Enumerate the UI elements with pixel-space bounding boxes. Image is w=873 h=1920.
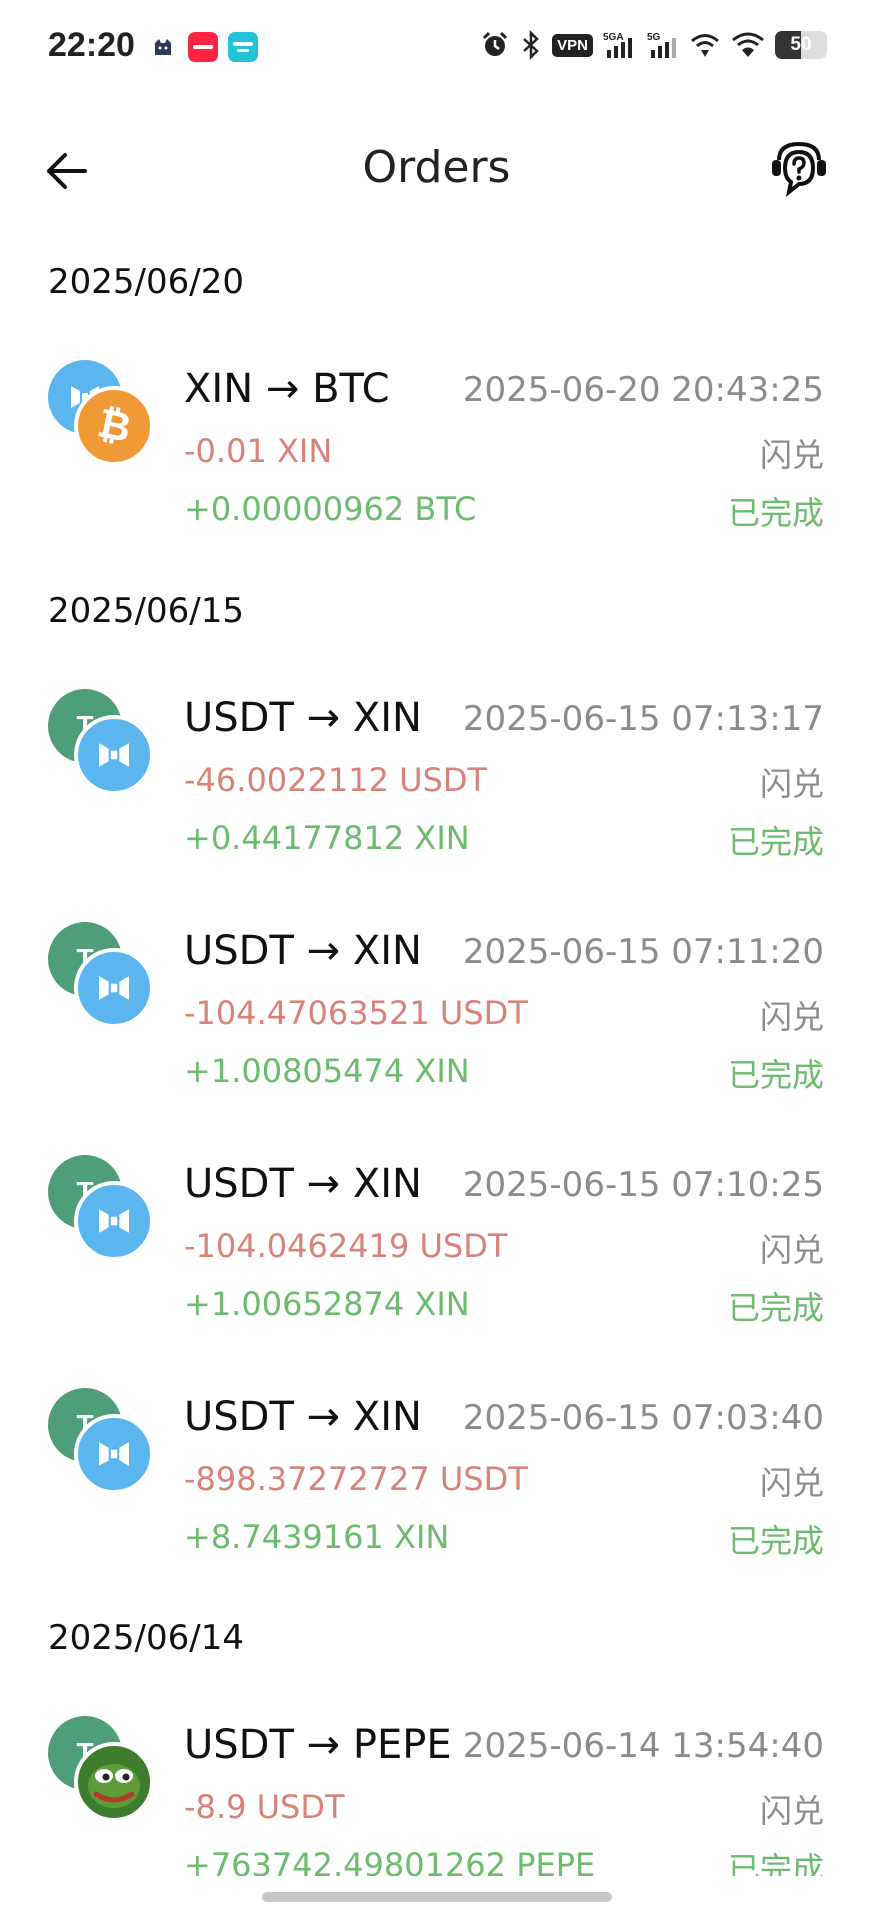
coin-pair-icons: T	[48, 922, 154, 1028]
order-item[interactable]: ₿ XIN → BTC 2025-06-20 20:43:25 -0.01 XI…	[0, 360, 873, 560]
order-pair: USDT → XIN	[184, 928, 422, 974]
mobile-app-icon	[228, 32, 258, 62]
order-sent-amount: -46.0022112 USDT	[184, 761, 488, 799]
status-app-icons	[148, 32, 258, 62]
order-status: 已完成	[727, 1850, 824, 1876]
order-item[interactable]: T USDT → XIN 2025-06-15 07:11:20 -104.47…	[0, 922, 873, 1122]
coin-pair-icons: T	[48, 689, 154, 795]
svg-text:5G: 5G	[647, 32, 661, 43]
order-sent-amount: -8.9 USDT	[184, 1788, 345, 1826]
date-header: 2025/06/20	[48, 262, 244, 302]
order-pair: XIN → BTC	[184, 366, 390, 412]
xin-icon	[74, 948, 154, 1028]
order-pair: USDT → XIN	[184, 1394, 422, 1440]
alarm-icon	[483, 31, 508, 56]
btc-icon: ₿	[74, 386, 154, 466]
order-status: 已完成	[727, 1522, 824, 1560]
xiaohongshu-icon	[188, 32, 218, 62]
order-sent-amount: -898.37272727 USDT	[184, 1460, 528, 1498]
order-time: 2025-06-15 07:11:20	[462, 932, 824, 972]
order-pair: USDT → XIN	[184, 1161, 422, 1207]
date-header: 2025/06/15	[48, 591, 244, 631]
coin-pair-icons: ₿	[48, 360, 154, 466]
help-chat-icon	[772, 141, 826, 197]
signal-5g-icon: 5G	[647, 32, 676, 58]
date-header: 2025/06/14	[48, 1618, 244, 1658]
order-pair: USDT → PEPE	[184, 1722, 452, 1768]
help-support-button[interactable]	[767, 136, 839, 204]
coin-pair-icons: T	[48, 1388, 154, 1494]
order-item[interactable]: T USDT → XIN 2025-06-15 07:03:40 -898.37…	[0, 1388, 873, 1588]
order-status: 已完成	[727, 1056, 824, 1094]
order-sent-amount: -0.01 XIN	[184, 432, 333, 470]
vpn-badge: VPN	[552, 33, 593, 57]
home-indicator[interactable]	[262, 1892, 612, 1902]
pepe-icon	[74, 1742, 154, 1822]
order-type: 闪兑	[759, 1231, 824, 1269]
xin-icon	[74, 715, 154, 795]
hotspot-icon	[691, 34, 719, 57]
bluetooth-icon	[523, 30, 539, 60]
order-received-amount: +1.00805474 XIN	[184, 1052, 470, 1090]
order-type: 闪兑	[759, 436, 824, 474]
cat-app-icon	[148, 32, 178, 62]
order-item[interactable]: T USDT → PEPE 2025-06-14 13:54:40 -8.9 U…	[0, 1716, 873, 1876]
order-time: 2025-06-14 13:54:40	[462, 1726, 824, 1766]
order-item[interactable]: T USDT → XIN 2025-06-15 07:10:25 -104.04…	[0, 1155, 873, 1355]
order-pair: USDT → XIN	[184, 695, 422, 741]
order-received-amount: +0.00000962 BTC	[184, 490, 477, 528]
xin-icon	[74, 1181, 154, 1261]
order-received-amount: +763742.49801262 PEPE	[184, 1846, 596, 1876]
order-time: 2025-06-20 20:43:25	[462, 370, 824, 410]
order-sent-amount: -104.47063521 USDT	[184, 994, 528, 1032]
status-bar: 22:20 VPN 5GA 5G 50	[0, 0, 873, 96]
app-header: Orders	[0, 120, 873, 216]
order-type: 闪兑	[759, 1464, 824, 1502]
order-status: 已完成	[727, 1289, 824, 1327]
order-time: 2025-06-15 07:10:25	[462, 1165, 824, 1205]
page-title: Orders	[362, 142, 511, 193]
status-time: 22:20	[48, 26, 135, 64]
battery-indicator: 50	[775, 31, 827, 59]
order-type: 闪兑	[759, 1792, 824, 1830]
order-type: 闪兑	[759, 998, 824, 1036]
order-item[interactable]: T USDT → XIN 2025-06-15 07:13:17 -46.002…	[0, 689, 873, 889]
order-time: 2025-06-15 07:03:40	[462, 1398, 824, 1438]
order-status: 已完成	[727, 823, 824, 861]
xin-icon	[74, 1414, 154, 1494]
wifi-icon	[732, 32, 764, 57]
order-received-amount: +8.7439161 XIN	[184, 1518, 450, 1556]
orders-list[interactable]: 2025/06/20 ₿ XIN → BTC 2025-06-20 20:43:…	[0, 216, 873, 1876]
status-indicators: VPN 5GA 5G 50	[480, 30, 827, 60]
order-received-amount: +0.44177812 XIN	[184, 819, 470, 857]
coin-pair-icons: T	[48, 1155, 154, 1261]
coin-pair-icons: T	[48, 1716, 154, 1822]
order-received-amount: +1.00652874 XIN	[184, 1285, 470, 1323]
battery-level: 50	[790, 34, 812, 55]
order-sent-amount: -104.0462419 USDT	[184, 1227, 508, 1265]
order-status: 已完成	[727, 494, 824, 532]
order-type: 闪兑	[759, 765, 824, 803]
order-time: 2025-06-15 07:13:17	[462, 699, 824, 739]
svg-text:5GA: 5GA	[603, 32, 624, 43]
signal-5ga-icon: 5GA	[603, 32, 632, 58]
